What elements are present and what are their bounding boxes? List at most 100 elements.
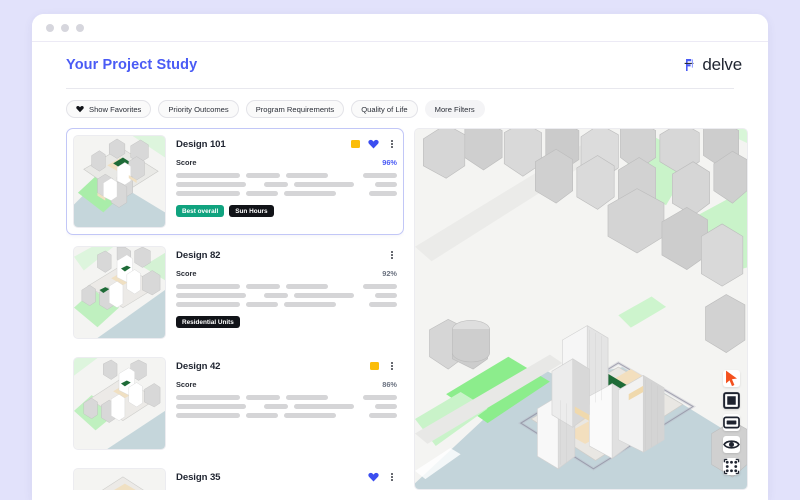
- placeholder-row: [176, 293, 397, 298]
- design-name: Design 101: [176, 139, 226, 150]
- note-icon[interactable]: [370, 362, 379, 370]
- score-label: Score: [176, 269, 197, 278]
- tag-residential-units[interactable]: Residential Units: [176, 316, 240, 328]
- placeholder-bar: [264, 293, 288, 298]
- note-icon[interactable]: [351, 140, 360, 148]
- design-thumbnail[interactable]: [73, 468, 166, 490]
- card-icon: [723, 414, 740, 431]
- placeholder-bar: [294, 182, 354, 187]
- placeholder-bar: [375, 182, 397, 187]
- placeholder-bar: [176, 302, 240, 307]
- placeholder-bar: [286, 284, 328, 289]
- app-window: Your Project Study delve Show Favorites …: [32, 14, 768, 500]
- window-titlebar: [32, 14, 768, 42]
- tag-best-overall[interactable]: Best overall: [176, 205, 224, 217]
- placeholder-row: [176, 191, 397, 196]
- design-list[interactable]: Design 101 Score 96%: [66, 128, 404, 490]
- design-actions: [370, 360, 397, 372]
- design-card[interactable]: Design 35 Score 84%: [66, 461, 404, 490]
- map-tool-card[interactable]: [723, 414, 740, 431]
- score-row: Score 92%: [176, 269, 397, 278]
- placeholder-bar: [176, 293, 246, 298]
- filter-label: Quality of Life: [361, 105, 407, 114]
- design-card[interactable]: Design 82 Score 92%: [66, 239, 404, 346]
- more-options-icon[interactable]: [387, 360, 397, 372]
- map-tool-layers[interactable]: [723, 392, 740, 409]
- layers-icon: [723, 392, 740, 409]
- design-header: Design 82: [176, 248, 397, 262]
- placeholder-bar: [284, 413, 336, 418]
- design-thumbnail[interactable]: [73, 246, 166, 339]
- map-tool-cursor[interactable]: [723, 370, 740, 387]
- tag-sun-hours[interactable]: Sun Hours: [229, 205, 273, 217]
- favorite-heart-icon[interactable]: [368, 472, 379, 482]
- site-massing-thumbnail: [74, 358, 165, 449]
- placeholder-bar: [369, 191, 397, 196]
- design-tags: Best overall Sun Hours: [176, 205, 397, 217]
- filter-more-filters[interactable]: More Filters: [425, 100, 485, 118]
- placeholder-bar: [176, 413, 240, 418]
- placeholder-bar: [246, 413, 278, 418]
- score-label: Score: [176, 380, 197, 389]
- app-header: Your Project Study delve: [32, 42, 768, 88]
- brand-name: delve: [702, 55, 742, 75]
- placeholder-bar: [286, 395, 328, 400]
- placeholder-bar: [369, 302, 397, 307]
- map-tool-move[interactable]: [723, 458, 740, 475]
- more-options-icon[interactable]: [387, 471, 397, 483]
- filter-priority-outcomes[interactable]: Priority Outcomes: [158, 100, 238, 118]
- cursor-icon: [723, 370, 740, 387]
- placeholder-bar: [363, 284, 397, 289]
- more-options-icon[interactable]: [387, 138, 397, 150]
- design-info: Design 42 Score 86%: [176, 357, 397, 450]
- placeholder-bar: [246, 191, 278, 196]
- more-options-icon[interactable]: [387, 249, 397, 261]
- site-massing-thumbnail: [74, 136, 165, 227]
- metrics-placeholder: [176, 173, 397, 196]
- close-dot[interactable]: [46, 24, 54, 32]
- site-map-viewport[interactable]: [414, 128, 748, 490]
- design-thumbnail[interactable]: [73, 135, 166, 228]
- placeholder-bar: [246, 284, 280, 289]
- placeholder-bar: [246, 173, 280, 178]
- filter-label: Show Favorites: [89, 105, 141, 114]
- score-row: Score 96%: [176, 158, 397, 167]
- placeholder-bar: [246, 302, 278, 307]
- placeholder-bar: [176, 173, 240, 178]
- filter-program-requirements[interactable]: Program Requirements: [246, 100, 345, 118]
- design-name: Design 82: [176, 250, 220, 261]
- design-info: Design 101 Score 96%: [176, 135, 397, 228]
- filter-bar: Show Favorites Priority Outcomes Program…: [32, 89, 768, 128]
- city-massing-map: [415, 129, 747, 489]
- design-card[interactable]: Design 42 Score 86%: [66, 350, 404, 457]
- design-card[interactable]: Design 101 Score 96%: [66, 128, 404, 235]
- page-title: Your Project Study: [66, 57, 197, 73]
- filter-quality-of-life[interactable]: Quality of Life: [351, 100, 417, 118]
- placeholder-bar: [176, 284, 240, 289]
- design-info: Design 82 Score 92%: [176, 246, 397, 339]
- score-value: 86%: [382, 380, 397, 389]
- placeholder-row: [176, 182, 397, 187]
- design-tags: Residential Units: [176, 316, 397, 328]
- score-label: Score: [176, 158, 197, 167]
- design-header: Design 101: [176, 137, 397, 151]
- placeholder-row: [176, 302, 397, 307]
- maximize-dot[interactable]: [76, 24, 84, 32]
- design-info: Design 35 Score 84%: [176, 468, 397, 490]
- minimize-dot[interactable]: [61, 24, 69, 32]
- favorite-heart-icon[interactable]: [368, 139, 379, 149]
- map-tool-visibility[interactable]: [723, 436, 740, 453]
- placeholder-row: [176, 395, 397, 400]
- placeholder-row: [176, 284, 397, 289]
- design-name: Design 35: [176, 472, 220, 483]
- design-name: Design 42: [176, 361, 220, 372]
- placeholder-bar: [246, 395, 280, 400]
- placeholder-row: [176, 173, 397, 178]
- placeholder-bar: [363, 173, 397, 178]
- design-thumbnail[interactable]: [73, 357, 166, 450]
- filter-show-favorites[interactable]: Show Favorites: [66, 100, 151, 118]
- placeholder-bar: [375, 404, 397, 409]
- brand-logo[interactable]: delve: [684, 55, 742, 75]
- score-value: 96%: [382, 158, 397, 167]
- score-row: Score 86%: [176, 380, 397, 389]
